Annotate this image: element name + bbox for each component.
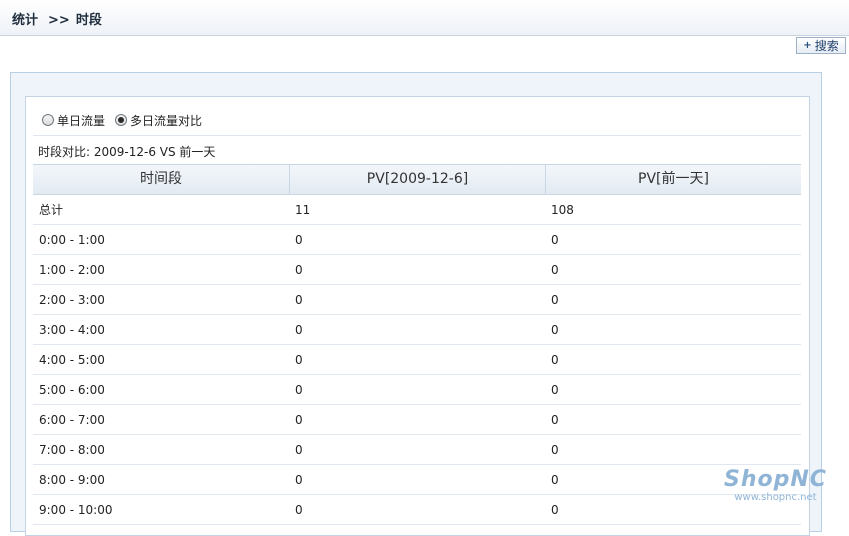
cell-pv-date: 0 bbox=[295, 383, 303, 397]
cell-pv-date: 0 bbox=[295, 413, 303, 427]
cell-period: 6:00 - 7:00 bbox=[39, 413, 105, 427]
cell-pv-date: 0 bbox=[295, 503, 303, 517]
compare-caption: 时段对比: 2009-12-6 VS 前一天 bbox=[38, 145, 216, 159]
table-header: 时间段 PV[2009-12-6] PV[前一天] bbox=[33, 164, 801, 195]
table-row: 8:00 - 9:00 0 0 bbox=[33, 465, 801, 495]
watermark-url: www.shopnc.net bbox=[734, 492, 817, 503]
cell-pv-previous: 0 bbox=[551, 353, 559, 367]
radio-label-multi-day: 多日流量对比 bbox=[130, 113, 203, 128]
content-panel: 单日流量 多日流量对比 时段对比: 2009-12-6 VS 前一天 时间段 P… bbox=[10, 72, 822, 536]
table-row: 6:00 - 7:00 0 0 bbox=[33, 405, 801, 435]
cell-pv-date: 0 bbox=[295, 473, 303, 487]
header-time-period: 时间段 bbox=[140, 171, 182, 187]
radio-multi-day[interactable]: 多日流量对比 bbox=[115, 112, 202, 129]
radio-button-checked[interactable] bbox=[115, 114, 128, 126]
table-row: 0:00 - 1:00 0 0 bbox=[33, 225, 801, 255]
table-row: 2:00 - 3:00 0 0 bbox=[33, 285, 801, 315]
cell-pv-date: 0 bbox=[295, 443, 303, 457]
divider bbox=[33, 135, 801, 136]
header-pv-previous: PV[前一天] bbox=[545, 165, 801, 194]
table-row: 7:00 - 8:00 0 0 bbox=[33, 435, 801, 465]
breadcrumb: 统计 >> 时段 bbox=[12, 9, 102, 28]
cell-pv-date: 11 bbox=[295, 203, 311, 217]
mode-radio-group: 单日流量 多日流量对比 bbox=[42, 112, 212, 129]
top-bar: 统计 >> 时段 bbox=[0, 0, 849, 36]
cell-pv-date: 0 bbox=[295, 323, 303, 337]
cell-period: 总计 bbox=[39, 203, 64, 217]
radio-dot-icon bbox=[118, 117, 125, 123]
breadcrumb-root[interactable]: 统计 bbox=[12, 13, 38, 28]
radio-label-single-day: 单日流量 bbox=[57, 113, 106, 128]
table-row: 5:00 - 6:00 0 0 bbox=[33, 375, 801, 405]
cell-pv-previous: 0 bbox=[551, 383, 559, 397]
table-row: 9:00 - 10:00 0 0 bbox=[33, 495, 801, 525]
cell-period: 2:00 - 3:00 bbox=[39, 293, 105, 307]
cell-pv-previous: 0 bbox=[551, 263, 559, 277]
table-row: 4:00 - 5:00 0 0 bbox=[33, 345, 801, 375]
breadcrumb-current: 时段 bbox=[75, 13, 102, 28]
cell-period: 4:00 - 5:00 bbox=[39, 353, 105, 367]
table-row-total: 总计 11 108 bbox=[33, 195, 801, 225]
cell-period: 1:00 - 2:00 bbox=[39, 263, 105, 277]
cell-period: 0:00 - 1:00 bbox=[39, 233, 105, 247]
cell-pv-date: 0 bbox=[295, 353, 303, 367]
shopnc-watermark-logo: ShopNC www.shopnc.net bbox=[724, 468, 827, 504]
breadcrumb-separator: >> bbox=[48, 13, 70, 28]
cell-period: 3:00 - 4:00 bbox=[39, 323, 105, 337]
cell-period: 7:00 - 8:00 bbox=[39, 443, 105, 457]
cell-pv-previous: 0 bbox=[551, 323, 559, 337]
cell-pv-previous: 0 bbox=[551, 293, 559, 307]
search-button-label: 搜索 bbox=[814, 39, 839, 53]
plus-icon: + bbox=[803, 40, 812, 51]
cell-pv-previous: 108 bbox=[551, 203, 574, 217]
cell-period: 9:00 - 10:00 bbox=[39, 503, 113, 517]
radio-button-unchecked[interactable] bbox=[42, 114, 54, 126]
search-button[interactable]: + 搜索 bbox=[796, 37, 846, 54]
cell-pv-previous: 0 bbox=[551, 443, 559, 457]
cell-period: 8:00 - 9:00 bbox=[39, 473, 105, 487]
header-pv-date: PV[2009-12-6] bbox=[289, 165, 545, 194]
cell-pv-date: 0 bbox=[295, 233, 303, 247]
cell-pv-date: 0 bbox=[295, 263, 303, 277]
stats-box: 单日流量 多日流量对比 时段对比: 2009-12-6 VS 前一天 时间段 P… bbox=[25, 96, 810, 536]
table-body: 总计 11 108 0:00 - 1:00 0 0 1:00 - 2:00 0 … bbox=[33, 195, 801, 525]
table-row: 1:00 - 2:00 0 0 bbox=[33, 255, 801, 285]
cell-pv-date: 0 bbox=[295, 293, 303, 307]
cell-pv-previous: 0 bbox=[551, 233, 559, 247]
table-row: 3:00 - 4:00 0 0 bbox=[33, 315, 801, 345]
cell-period: 5:00 - 6:00 bbox=[39, 383, 105, 397]
radio-single-day[interactable]: 单日流量 bbox=[42, 112, 105, 129]
watermark-brand: ShopNC bbox=[724, 467, 827, 492]
cell-pv-previous: 0 bbox=[551, 413, 559, 427]
